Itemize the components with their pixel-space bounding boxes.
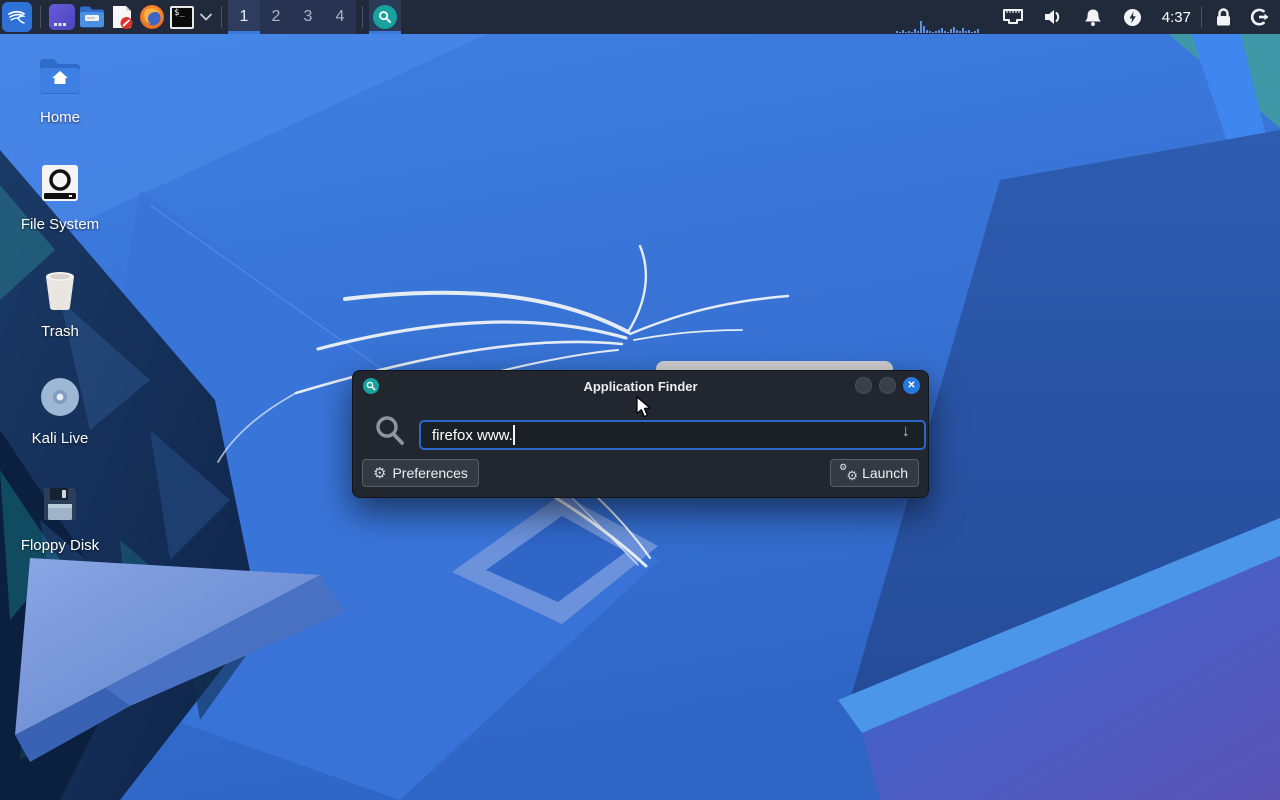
desktop-icon-filesystem[interactable]: File System — [4, 159, 116, 233]
application-finder-window: Application Finder ✕ ↓ ⚙ Preferences ⚙ ⚙ — [352, 370, 929, 498]
mouse-cursor — [636, 396, 651, 418]
terminal-icon: $_ — [170, 5, 194, 29]
tray-notifications[interactable] — [1078, 2, 1108, 32]
tray-volume[interactable] — [1038, 2, 1068, 32]
launch-button[interactable]: ⚙ ⚙ Launch — [830, 459, 919, 487]
desktop-icon-floppy[interactable]: Floppy Disk — [4, 480, 116, 554]
launcher-file-manager[interactable] — [77, 2, 107, 32]
desktop-icon-home[interactable]: Home — [4, 52, 116, 126]
power-manager-icon — [1124, 8, 1142, 26]
combo-dropdown-arrow[interactable]: ↓ — [902, 422, 911, 439]
search-input[interactable] — [419, 420, 926, 450]
preferences-label: Preferences — [392, 465, 468, 481]
logout-button[interactable] — [1244, 2, 1274, 32]
network-activity-graph[interactable] — [895, 0, 988, 34]
ethernet-icon — [1002, 9, 1023, 24]
tray-network[interactable] — [998, 2, 1028, 32]
desktop-icon-label: Kali Live — [31, 430, 89, 447]
tray-power-manager[interactable] — [1118, 2, 1148, 32]
desktop-icon-label: Trash — [41, 323, 79, 340]
launcher-text-editor[interactable] — [107, 2, 137, 32]
desktop-icon-trash[interactable]: Trash — [4, 266, 116, 340]
launcher-dropdown[interactable] — [197, 2, 215, 32]
maximize-button[interactable] — [879, 377, 896, 394]
desktop-icon-kali-live[interactable]: Kali Live — [4, 373, 116, 447]
workspace-1[interactable]: 1 — [228, 0, 260, 34]
search-icon — [373, 414, 407, 453]
close-button[interactable]: ✕ — [903, 377, 920, 394]
workspace-3[interactable]: 3 — [292, 0, 324, 34]
launcher-purple-app[interactable] — [47, 2, 77, 32]
text-editor-icon — [113, 6, 133, 29]
panel-separator — [221, 6, 222, 28]
lock-screen-button[interactable] — [1208, 2, 1238, 32]
preferences-button[interactable]: ⚙ Preferences — [362, 459, 479, 487]
volume-icon — [1044, 10, 1059, 24]
chevron-down-icon — [200, 13, 212, 21]
gear-icon: ⚙ — [373, 464, 387, 482]
floppy-icon — [4, 480, 116, 528]
disc-icon — [4, 373, 116, 421]
taskbar-application-finder[interactable] — [369, 0, 401, 34]
workspace-2[interactable]: 2 — [260, 0, 292, 34]
notifications-bell-icon — [1084, 9, 1101, 26]
launcher-firefox[interactable] — [137, 2, 167, 32]
launcher-terminal[interactable]: $_ — [167, 2, 197, 32]
home-folder-icon — [4, 52, 116, 100]
launch-gears-icon: ⚙ ⚙ — [839, 461, 859, 483]
window-title: Application Finder — [583, 378, 698, 394]
lock-icon — [1216, 7, 1230, 25]
kali-menu-button[interactable] — [0, 0, 34, 34]
desktop-icon-label: File System — [20, 216, 100, 233]
desktop-icon-label: Floppy Disk — [20, 537, 100, 554]
workspace-4[interactable]: 4 — [324, 0, 356, 34]
purple-app-icon — [49, 4, 75, 30]
file-manager-icon — [80, 6, 104, 28]
panel-separator — [1201, 6, 1202, 28]
desktop-icon-label: Home — [39, 109, 80, 126]
panel-separator — [40, 6, 41, 28]
text-caret — [513, 425, 515, 445]
clock[interactable]: 4:37 — [1158, 9, 1195, 26]
logout-icon — [1250, 8, 1269, 26]
filesystem-drive-icon — [4, 159, 116, 207]
trash-icon — [4, 266, 116, 314]
panel-separator — [362, 6, 363, 28]
kali-menu-icon — [2, 2, 32, 32]
minimize-button[interactable] — [855, 377, 872, 394]
top-panel: $_ 1 2 3 4 4:37 — [0, 0, 1280, 34]
launch-label: Launch — [862, 465, 908, 481]
application-finder-icon — [373, 5, 397, 29]
firefox-icon — [140, 5, 164, 29]
